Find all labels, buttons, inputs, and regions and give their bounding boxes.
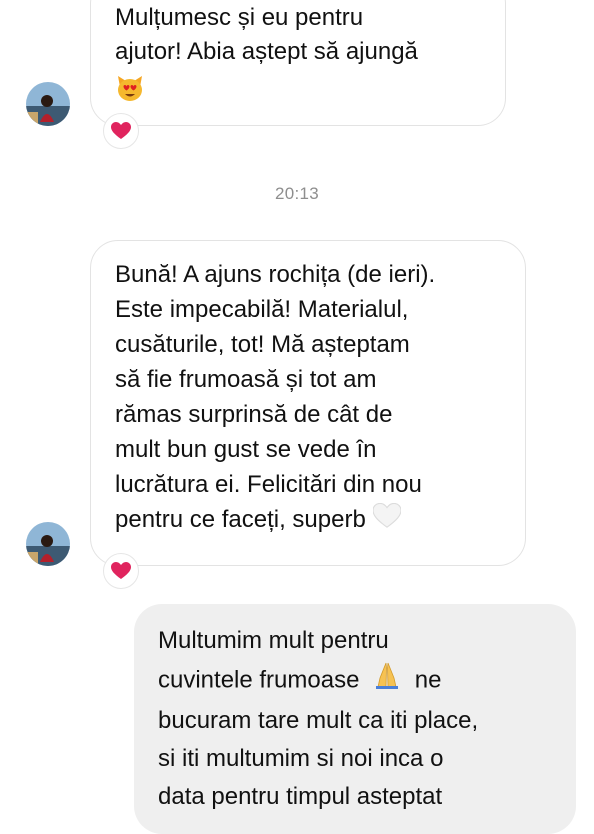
message-text-fragment: cuvintele frumoase — [158, 666, 360, 694]
reaction-heart[interactable] — [103, 553, 139, 589]
smiling-cat-heart-eyes-icon — [115, 69, 505, 107]
reaction-heart[interactable] — [103, 113, 139, 149]
message-bubble-incoming[interactable]: Mulțumesc și eu pentru ajutor! Abia aște… — [90, 0, 506, 126]
red-heart-icon — [111, 122, 131, 139]
message-text-line: cuvintele frumoase ne — [158, 660, 576, 702]
message-text-line: ajutor! Abia aștept să ajungă — [115, 38, 418, 65]
message-text-line: si iti multumim si noi inca o — [158, 745, 444, 772]
folded-hands-icon — [372, 660, 402, 702]
message-text-line: Mulțumesc și eu pentru — [115, 4, 364, 31]
red-heart-icon — [111, 562, 131, 579]
message-text-line: Multumim mult pentru — [158, 627, 389, 654]
message-text-line: Este impecabilă! Materialul, — [115, 296, 409, 323]
message-text-fragment: ne — [414, 666, 442, 694]
timestamp-separator: 20:13 — [274, 184, 320, 203]
white-heart-icon — [371, 502, 402, 539]
message-text-line: să fie frumoasă și tot am — [115, 366, 377, 393]
contact-avatar[interactable] — [26, 82, 70, 126]
message-text-fragment: pentru ce faceți, superb — [115, 506, 366, 533]
message-text-line: mult bun gust se vede în — [115, 436, 377, 463]
message-text-line: bucuram tare mult ca iti place, — [158, 707, 479, 734]
message-text-line: lucrătura ei. Felicitări din nou — [115, 471, 422, 498]
message-text-line: Bună! A ajuns rochița (de ieri). — [115, 261, 436, 288]
message-text-line: pentru ce faceți, superb — [115, 502, 525, 539]
message-text-line: data pentru timpul asteptat — [158, 783, 443, 810]
message-text-line: rămas surprinsă de cât de — [115, 401, 393, 428]
message-text-line: cusăturile, tot! Mă așteptam — [115, 331, 410, 358]
contact-avatar[interactable] — [26, 522, 70, 566]
message-bubble-incoming[interactable]: Bună! A ajuns rochița (de ieri). Este im… — [90, 240, 526, 566]
